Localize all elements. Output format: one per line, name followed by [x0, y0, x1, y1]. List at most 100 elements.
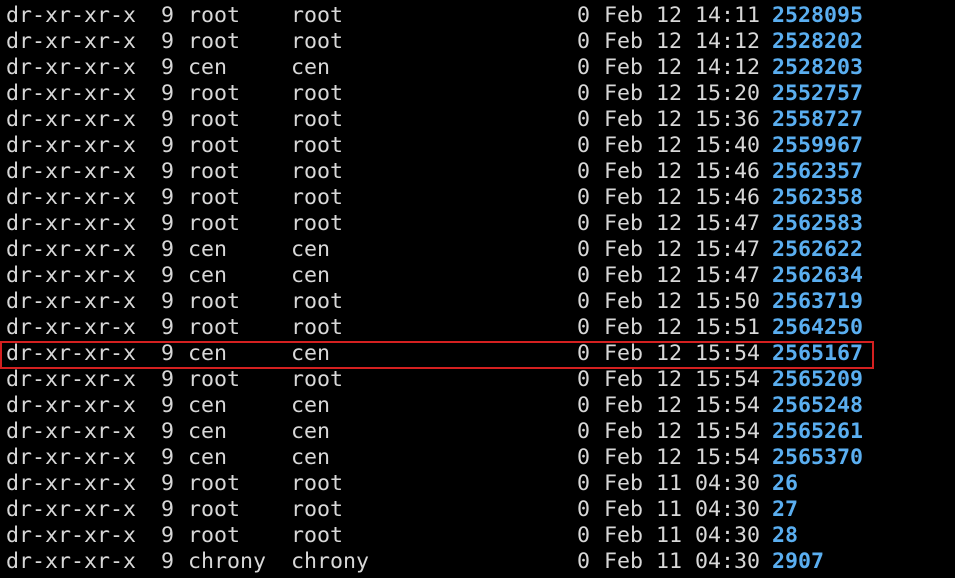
group-name: root	[291, 523, 344, 548]
directory-name: 2565261	[772, 419, 864, 444]
group-name: root	[291, 107, 344, 132]
link-count: 9	[161, 237, 175, 262]
permissions-text: dr-xr-xr-x	[6, 445, 137, 470]
group-name: root	[291, 367, 344, 392]
listing-row: dr-xr-xr-x 9 cen cen 0 Feb 12 14:12 2528203	[0, 55, 955, 81]
time-text: 15:54	[695, 419, 761, 444]
listing-row: dr-xr-xr-x 9 root root 0 Feb 12 15:47 2562583	[0, 211, 955, 237]
link-count: 9	[161, 393, 175, 418]
owner-name: root	[188, 185, 241, 210]
owner-name: root	[188, 523, 241, 548]
terminal-output: dr-xr-xr-x 9 root root 0 Feb 12 14:11 2528095 dr-…	[0, 0, 955, 578]
time-text: 15:47	[695, 263, 761, 288]
date-day: 12	[656, 315, 683, 340]
file-size: 0	[577, 367, 591, 392]
date-day: 12	[656, 211, 683, 236]
listing-row: dr-xr-xr-x 9 cen cen 0 Feb 12 15:47 2562634	[0, 263, 955, 289]
directory-name: 28	[772, 523, 799, 548]
directory-name: 2552757	[772, 81, 864, 106]
date-day: 12	[656, 3, 683, 28]
date-month: Feb	[604, 29, 644, 54]
time-text: 14:11	[695, 3, 761, 28]
link-count: 9	[161, 497, 175, 522]
time-text: 14:12	[695, 29, 761, 54]
permissions-text: dr-xr-xr-x	[6, 367, 137, 392]
owner-name: chrony	[188, 549, 267, 574]
group-name: cen	[291, 237, 331, 262]
permissions-text: dr-xr-xr-x	[6, 133, 137, 158]
listing-row: dr-xr-xr-x 9 root root 0 Feb 12 15:40 2559967	[0, 133, 955, 159]
file-size: 0	[577, 159, 591, 184]
file-size: 0	[577, 471, 591, 496]
file-size: 0	[577, 55, 591, 80]
directory-name: 2528095	[772, 3, 864, 28]
file-size: 0	[577, 393, 591, 418]
date-day: 11	[656, 497, 683, 522]
owner-name: cen	[188, 445, 228, 470]
group-name: root	[291, 289, 344, 314]
directory-name: 2564250	[772, 315, 864, 340]
date-day: 11	[656, 471, 683, 496]
date-day: 12	[656, 81, 683, 106]
date-month: Feb	[604, 315, 644, 340]
listing-row: dr-xr-xr-x 9 cen cen 0 Feb 12 15:54 2565248	[0, 393, 955, 419]
group-name: chrony	[291, 549, 370, 574]
link-count: 9	[161, 29, 175, 54]
date-day: 12	[656, 289, 683, 314]
date-day: 12	[656, 133, 683, 158]
link-count: 9	[161, 211, 175, 236]
directory-name: 27	[772, 497, 799, 522]
file-size: 0	[577, 29, 591, 54]
date-month: Feb	[604, 393, 644, 418]
permissions-text: dr-xr-xr-x	[6, 289, 137, 314]
directory-name: 2528203	[772, 55, 864, 80]
owner-name: cen	[188, 55, 228, 80]
date-month: Feb	[604, 263, 644, 288]
date-month: Feb	[604, 419, 644, 444]
date-day: 11	[656, 523, 683, 548]
directory-name: 2563719	[772, 289, 864, 314]
link-count: 9	[161, 471, 175, 496]
owner-name: root	[188, 497, 241, 522]
date-day: 12	[656, 29, 683, 54]
listing-row: dr-xr-xr-x 9 cen cen 0 Feb 12 15:54 2565261	[0, 419, 955, 445]
time-text: 15:47	[695, 237, 761, 262]
group-name: root	[291, 211, 344, 236]
date-day: 12	[656, 367, 683, 392]
date-day: 12	[656, 445, 683, 470]
permissions-text: dr-xr-xr-x	[6, 107, 137, 132]
file-size: 0	[577, 81, 591, 106]
group-name: cen	[291, 393, 331, 418]
owner-name: root	[188, 29, 241, 54]
listing-row: dr-xr-xr-x 9 chrony chrony 0 Feb 11 04:30 2907	[0, 549, 955, 575]
owner-name: root	[188, 159, 241, 184]
link-count: 9	[161, 185, 175, 210]
owner-name: root	[188, 471, 241, 496]
date-month: Feb	[604, 445, 644, 470]
permissions-text: dr-xr-xr-x	[6, 3, 137, 28]
group-name: root	[291, 315, 344, 340]
permissions-text: dr-xr-xr-x	[6, 497, 137, 522]
group-name: root	[291, 3, 344, 28]
link-count: 9	[161, 445, 175, 470]
listing-row: dr-xr-xr-x 9 root root 0 Feb 12 15:50 2563719	[0, 289, 955, 315]
permissions-text: dr-xr-xr-x	[6, 419, 137, 444]
directory-name: 2565209	[772, 367, 864, 392]
owner-name: root	[188, 289, 241, 314]
link-count: 9	[161, 81, 175, 106]
time-text: 15:54	[695, 367, 761, 392]
date-month: Feb	[604, 107, 644, 132]
listing-row: dr-xr-xr-x 9 root root 0 Feb 12 14:11 2528095	[0, 3, 955, 29]
permissions-text: dr-xr-xr-x	[6, 315, 137, 340]
link-count: 9	[161, 523, 175, 548]
date-month: Feb	[604, 523, 644, 548]
date-month: Feb	[604, 159, 644, 184]
directory-name: 2562357	[772, 159, 864, 184]
date-month: Feb	[604, 133, 644, 158]
date-month: Feb	[604, 185, 644, 210]
group-name: cen	[291, 55, 331, 80]
permissions-text: dr-xr-xr-x	[6, 393, 137, 418]
file-size: 0	[577, 549, 591, 574]
owner-name: root	[188, 133, 241, 158]
link-count: 9	[161, 3, 175, 28]
